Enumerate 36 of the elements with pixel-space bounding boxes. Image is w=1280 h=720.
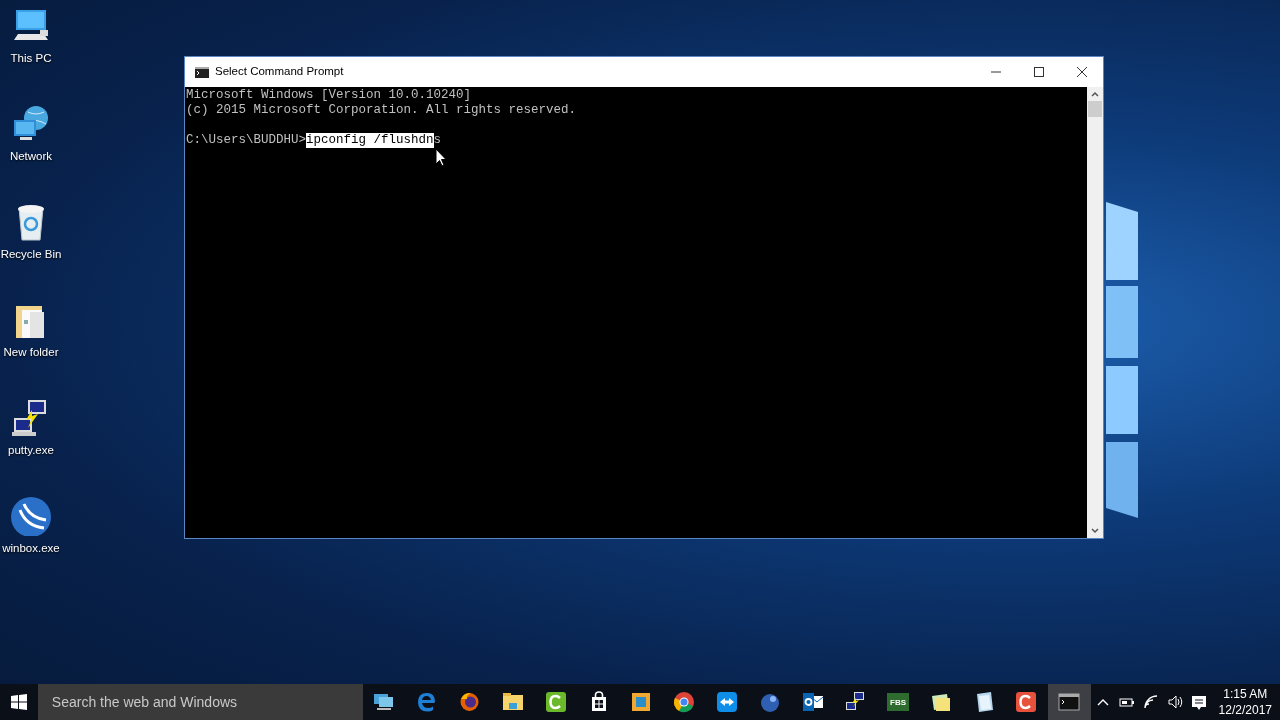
console-text: s	[433, 133, 442, 148]
clock-time[interactable]: 1:15 AM	[1218, 686, 1272, 702]
window-title: Select Command Prompt	[215, 64, 344, 80]
terminal-icon	[1057, 690, 1082, 714]
console-text: C:\Users\BUDDHU>	[186, 133, 307, 148]
terminal-icon	[195, 66, 209, 78]
icon-label[interactable]: Network	[9, 148, 53, 166]
wifi-icon[interactable]	[1142, 694, 1159, 710]
scrollbar[interactable]	[1087, 87, 1103, 538]
icon-label[interactable]: putty.exe	[8, 442, 54, 460]
console-text: (c) 2015 Microsoft Corporation. All rights reserved.	[186, 103, 577, 118]
icon-label[interactable]: This PC	[10, 50, 52, 68]
console-text: Microsoft Windows [Version 10.0.10240]	[186, 88, 472, 103]
clock-date[interactable]: 12/2/2017	[1218, 702, 1272, 718]
speaker-icon[interactable]	[1166, 694, 1183, 710]
notification-icon[interactable]	[1189, 693, 1208, 711]
taskbar-app[interactable]	[1047, 684, 1091, 720]
close-icon[interactable]	[1076, 67, 1087, 77]
maximize-icon[interactable]	[1033, 67, 1044, 77]
winbox-logo-icon[interactable]	[10, 496, 52, 536]
battery-icon[interactable]	[1118, 695, 1135, 709]
chrome-ball-icon	[672, 690, 697, 714]
icon-label[interactable]: New folder	[3, 344, 59, 362]
c-letter-icon	[543, 690, 568, 714]
mouse-pointer-icon	[435, 148, 447, 168]
icon-label[interactable]: winbox.exe	[2, 540, 60, 558]
selected-text: ipconfig /flushdn	[306, 133, 434, 148]
fbs-logo-icon: FBS	[886, 690, 911, 714]
scroll-thumb[interactable]	[1088, 101, 1102, 117]
search-field[interactable]: Search the web and Windows	[37, 684, 364, 720]
windows-logo-icon[interactable]	[10, 694, 27, 710]
arrows-icon	[714, 690, 739, 714]
taskbar-app[interactable]: FBS	[876, 684, 920, 720]
c-letter-icon	[1014, 690, 1039, 714]
icon-label[interactable]: Recycle Bin	[0, 246, 62, 264]
mail-o-icon	[800, 690, 825, 714]
